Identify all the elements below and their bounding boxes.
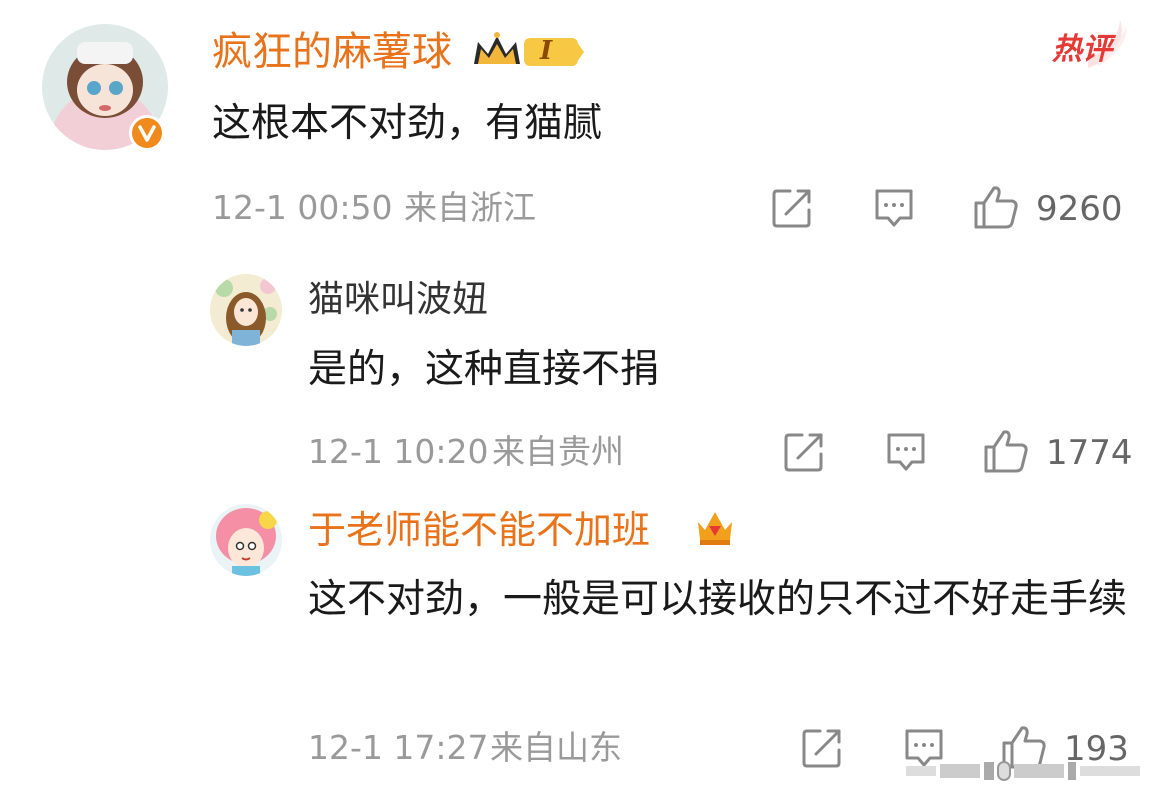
comment-location: 来自山东 [490, 728, 622, 767]
comment-time: 12-1 00:50 [212, 188, 393, 227]
comment-time: 12-1 17:27 [308, 728, 489, 767]
watermark-bar [906, 758, 1146, 784]
comment-text: 是的，这种直接不捐 [308, 347, 660, 392]
comment-text: 这不对劲，一般是可以接收的只不过不好走手续 [308, 577, 1128, 622]
like-icon[interactable] [982, 428, 1030, 474]
avatar[interactable] [210, 504, 282, 576]
crown-icon [474, 32, 584, 66]
member-crown-badge: I [470, 30, 588, 74]
like-icon[interactable] [972, 184, 1020, 230]
comment-location: 来自浙江 [404, 188, 536, 227]
like-count: 1774 [1046, 433, 1133, 473]
avatar[interactable] [210, 274, 282, 346]
comment-location: 来自贵州 [492, 432, 624, 471]
hot-comment-tag: 热评 [1048, 18, 1132, 74]
username[interactable]: 疯狂的麻薯球 [212, 28, 452, 76]
verified-badge-icon [128, 114, 166, 152]
comment-text: 这根本不对劲，有猫腻 [212, 101, 603, 146]
repost-icon[interactable] [782, 430, 826, 474]
vip-crown-icon [694, 506, 736, 552]
member-level: I [540, 36, 553, 66]
comment-icon[interactable] [872, 186, 916, 230]
repost-icon[interactable] [800, 726, 844, 770]
like-count: 9260 [1036, 189, 1123, 229]
username[interactable]: 猫咪叫波妞 [308, 278, 488, 322]
hot-comment-label: 热评 [1052, 32, 1112, 67]
comment-icon[interactable] [884, 430, 928, 474]
username[interactable]: 于老师能不能不加班 [308, 506, 650, 554]
repost-icon[interactable] [770, 186, 814, 230]
comment-time: 12-1 10:20 [308, 432, 489, 471]
